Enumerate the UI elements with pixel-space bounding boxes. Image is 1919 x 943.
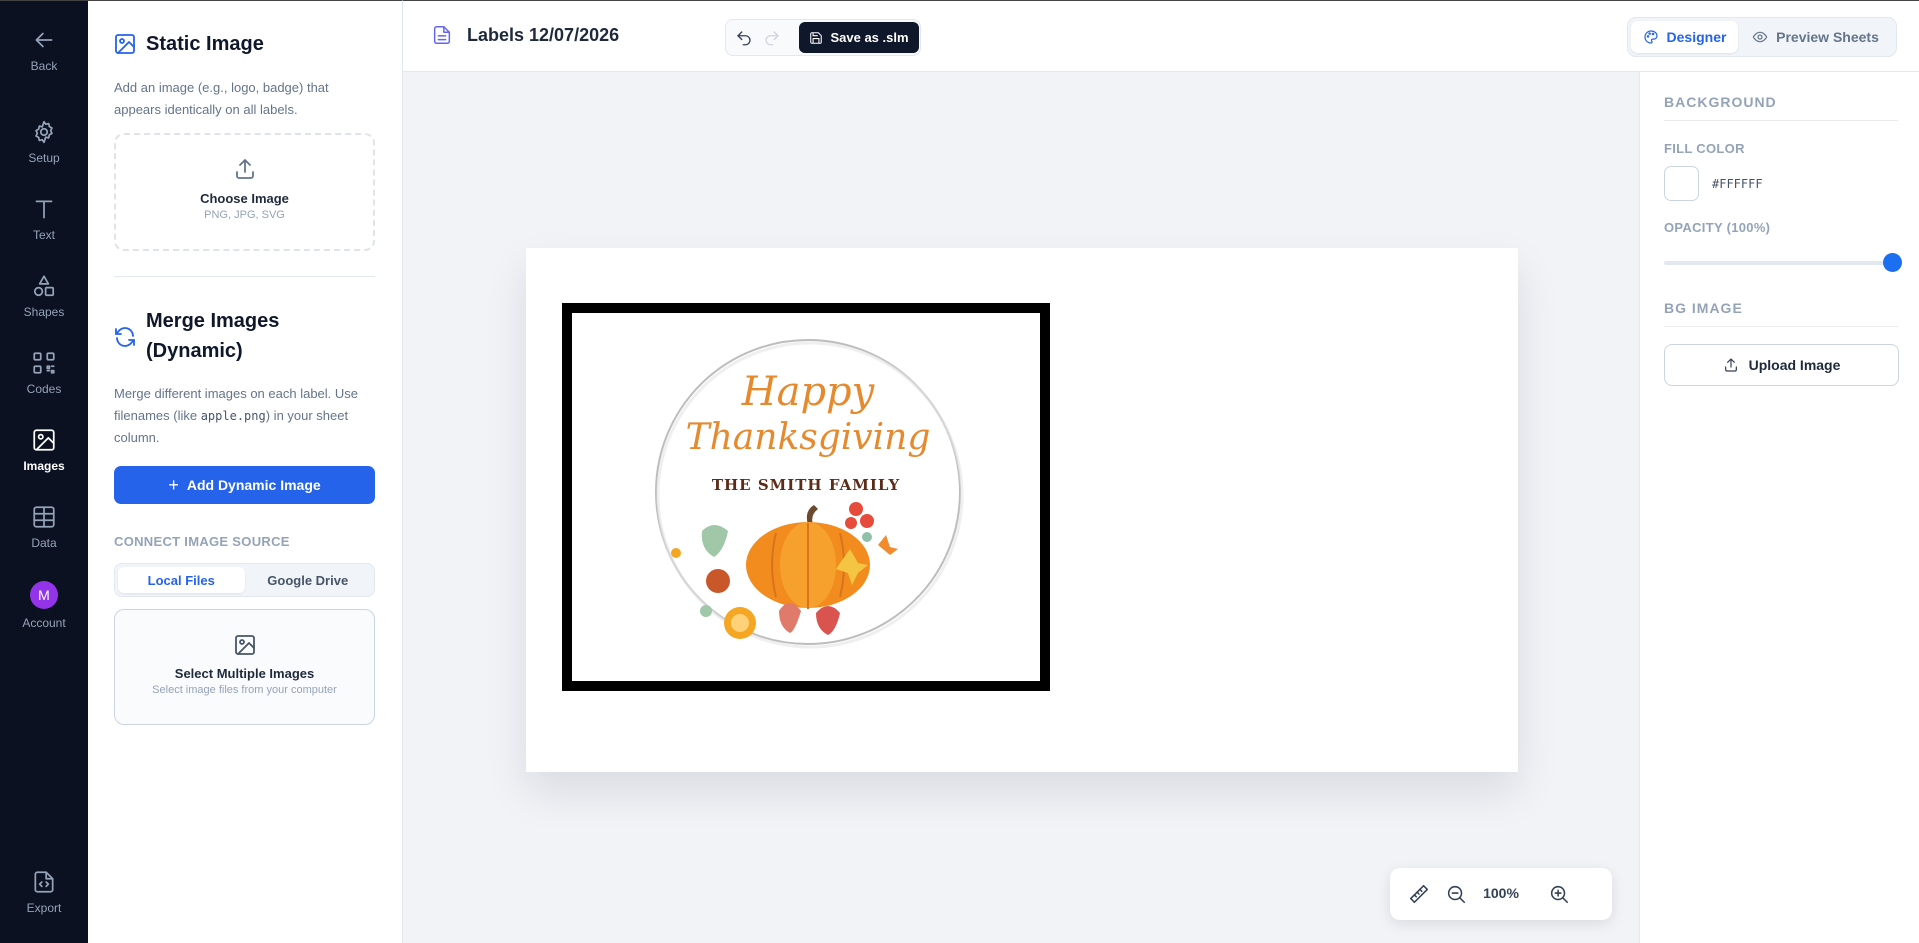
file-code-icon <box>34 871 54 893</box>
select-multiple-title: Select Multiple Images <box>174 666 315 681</box>
edit-toolbar: Save as .slm <box>725 19 921 56</box>
zoom-in-icon <box>1550 885 1569 904</box>
shapes-icon <box>33 275 55 297</box>
opacity-slider-thumb[interactable] <box>1882 253 1902 272</box>
view-mode-toggle: Designer Preview Sheets <box>1627 17 1897 57</box>
fill-color-label: FILL COLOR <box>1664 141 1745 156</box>
image-icon <box>33 429 55 451</box>
image-icon <box>115 34 135 54</box>
save-icon <box>810 31 823 44</box>
static-image-description: Add an image (e.g., logo, badge) that ap… <box>114 80 329 117</box>
document-title: Labels 12/07/2026 <box>431 24 619 46</box>
save-button-label: Save as .slm <box>830 30 909 45</box>
tab-local-files[interactable]: Local Files <box>118 567 245 593</box>
nav-export-label: Export <box>26 901 62 915</box>
connect-source-label: CONNECT IMAGE SOURCE <box>114 534 290 549</box>
tab-preview-sheets[interactable]: Preview Sheets <box>1738 21 1893 53</box>
top-bar: Labels 12/07/2026 Save as .slm Designer … <box>403 0 1919 72</box>
nav-back-label: Back <box>30 59 58 73</box>
artwork-line-1: Happy <box>741 369 876 415</box>
tab-google-drive[interactable]: Google Drive <box>245 567 372 593</box>
tab-designer-label: Designer <box>1666 29 1727 45</box>
zoom-out-icon <box>1447 885 1466 904</box>
nav-rail: Back Setup Text Shapes Codes Images Data… <box>0 0 88 943</box>
thanksgiving-artwork[interactable]: Happy Thanksgiving THE SMITH FAMILY <box>572 313 1040 681</box>
tab-preview-sheets-label: Preview Sheets <box>1776 29 1879 45</box>
tab-designer[interactable]: Designer <box>1631 21 1738 53</box>
merge-images-title: Merge Images (Dynamic) <box>146 310 280 362</box>
bg-image-section-title: BG IMAGE <box>1664 300 1898 327</box>
choose-image-formats: PNG, JPG, SVG <box>204 209 285 221</box>
merge-desc-code: apple.png <box>200 409 266 423</box>
properties-panel: BACKGROUND FILL COLOR #FFFFFF OPACITY (1… <box>1639 72 1919 943</box>
gear-icon <box>35 120 53 144</box>
palette-icon <box>1643 30 1658 44</box>
avatar: M <box>30 581 58 609</box>
add-dynamic-image-label: Add Dynamic Image <box>186 477 321 493</box>
background-section-title: BACKGROUND <box>1664 94 1898 121</box>
nav-codes[interactable]: Codes <box>0 350 88 396</box>
image-icon <box>234 635 255 655</box>
artwork-line-2: Thanksgiving <box>686 417 931 458</box>
zoom-in-button[interactable] <box>1548 883 1570 905</box>
nav-setup-label: Setup <box>28 151 60 165</box>
upload-image-button[interactable]: Upload Image <box>1664 344 1899 386</box>
select-multiple-images-box[interactable]: Select Multiple Images Select image file… <box>114 609 375 725</box>
undo-button[interactable] <box>735 29 753 47</box>
arrow-left-icon <box>35 32 53 48</box>
nav-data[interactable]: Data <box>0 504 88 550</box>
eye-icon <box>1752 31 1768 43</box>
zoom-controls: 100% <box>1390 868 1612 920</box>
nav-export[interactable]: Export <box>0 869 88 915</box>
static-image-heading: Static Image <box>113 29 264 59</box>
table-icon <box>33 506 55 528</box>
fill-color-value: #FFFFFF <box>1712 177 1763 191</box>
add-dynamic-image-button[interactable]: + Add Dynamic Image <box>114 466 375 504</box>
nav-text[interactable]: Text <box>0 196 88 242</box>
opacity-label: OPACITY (100%) <box>1664 220 1771 235</box>
static-image-title: Static Image <box>146 33 264 55</box>
rectangle-frame[interactable]: Happy Thanksgiving THE SMITH FAMILY <box>562 303 1050 691</box>
nav-shapes[interactable]: Shapes <box>0 273 88 319</box>
nav-codes-label: Codes <box>26 382 62 396</box>
nav-account[interactable]: M Account <box>0 581 88 630</box>
label-sheet[interactable]: Happy Thanksgiving THE SMITH FAMILY <box>526 248 1518 772</box>
nav-shapes-label: Shapes <box>23 305 65 319</box>
redo-button[interactable] <box>763 29 781 47</box>
ruler-icon <box>1409 884 1429 904</box>
qr-code-icon <box>33 352 55 374</box>
nav-images-label: Images <box>23 459 65 473</box>
opacity-slider-track[interactable] <box>1664 261 1890 265</box>
zoom-level: 100% <box>1483 885 1519 901</box>
save-button[interactable]: Save as .slm <box>799 22 919 53</box>
section-divider <box>114 276 375 277</box>
nav-images[interactable]: Images <box>0 427 88 473</box>
refresh-icon <box>115 327 135 347</box>
images-panel: Static Image Add an image (e.g., logo, b… <box>88 0 403 943</box>
nav-account-label: Account <box>22 616 66 630</box>
text-icon <box>35 200 53 219</box>
upload-image-label: Upload Image <box>1748 357 1841 373</box>
file-text-icon <box>433 26 451 44</box>
upload-icon <box>1724 358 1737 372</box>
nav-data-label: Data <box>31 536 57 550</box>
nav-text-label: Text <box>32 228 55 242</box>
choose-image-title: Choose Image <box>200 191 289 206</box>
redo-icon <box>765 31 779 46</box>
image-source-tabs: Local Files Google Drive <box>114 563 375 597</box>
merge-images-description: Merge different images on each label. Us… <box>114 383 369 449</box>
choose-image-dropzone[interactable]: Choose Image PNG, JPG, SVG <box>114 133 375 251</box>
zoom-out-button[interactable] <box>1445 883 1467 905</box>
plus-icon: + <box>168 474 179 495</box>
nav-setup[interactable]: Setup <box>0 119 88 165</box>
document-title-text: Labels 12/07/2026 <box>467 24 620 45</box>
nav-back[interactable]: Back <box>0 27 88 73</box>
undo-icon <box>737 31 751 46</box>
artwork-line-3: THE SMITH FAMILY <box>712 476 900 494</box>
fill-color-swatch[interactable] <box>1664 166 1699 201</box>
ruler-button[interactable] <box>1408 883 1430 905</box>
merge-images-heading: Merge Images (Dynamic) <box>113 306 313 366</box>
select-multiple-sub: Select image files from your computer <box>152 684 337 696</box>
upload-icon <box>235 159 254 179</box>
